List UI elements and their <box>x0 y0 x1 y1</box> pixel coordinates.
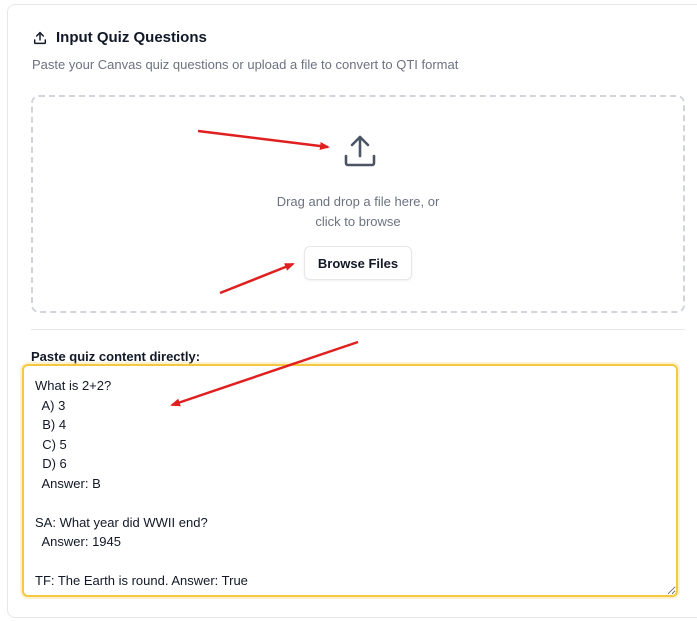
card-subtitle: Paste your Canvas quiz questions or uplo… <box>32 57 459 72</box>
dropzone-instruction: Drag and drop a file here, or <box>276 194 440 209</box>
section-divider <box>31 329 685 330</box>
quiz-content-textarea[interactable]: What is 2+2? A) 3 B) 4 C) 5 D) 6 Answer:… <box>22 364 678 597</box>
dropzone-instruction-secondary: click to browse <box>315 214 401 229</box>
upload-icon <box>344 135 376 167</box>
card-title: Input Quiz Questions <box>56 29 207 46</box>
card-header: Input Quiz Questions <box>32 29 207 46</box>
file-dropzone[interactable]: Drag and drop a file here, or click to b… <box>31 95 685 313</box>
browse-files-button[interactable]: Browse Files <box>304 246 412 280</box>
upload-icon <box>33 31 47 44</box>
paste-content-label: Paste quiz content directly: <box>31 349 201 364</box>
